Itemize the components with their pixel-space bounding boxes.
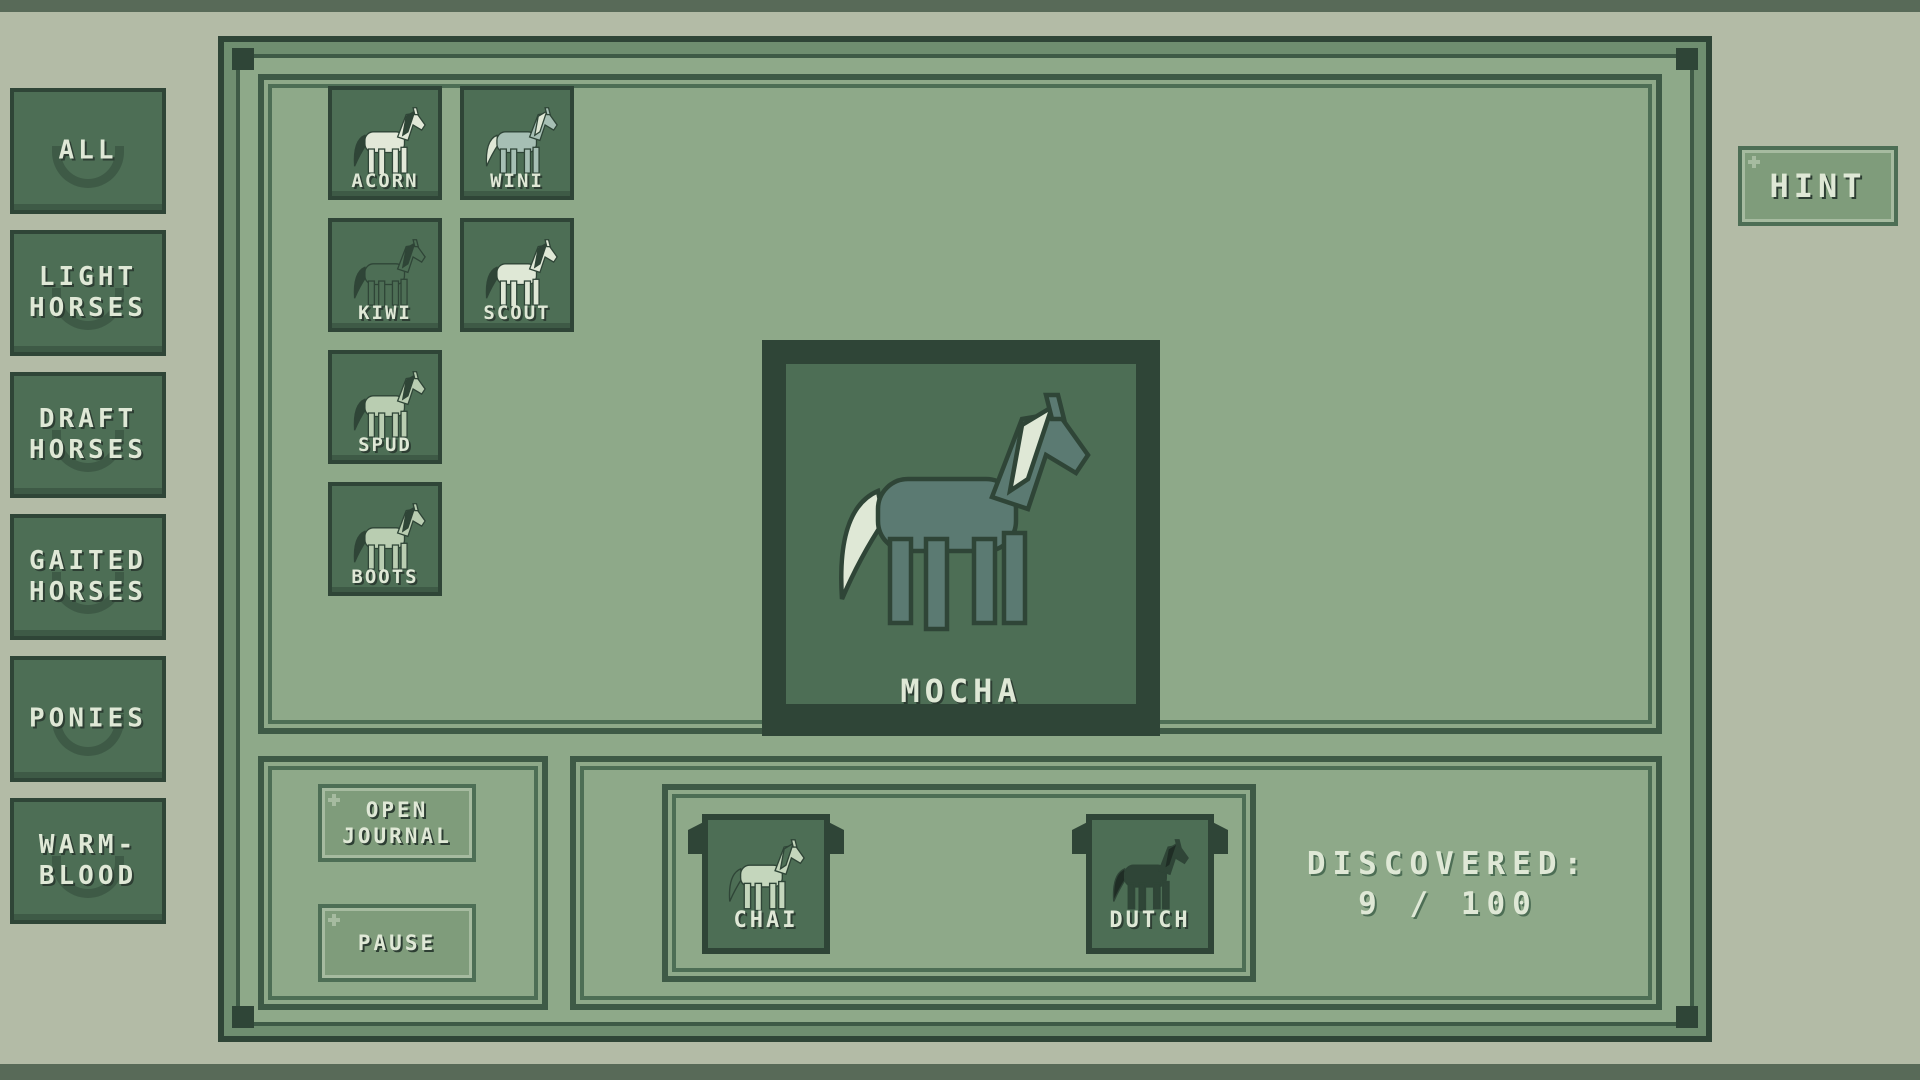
category-all-button[interactable]: ALL (10, 88, 166, 214)
category-light-horses-button[interactable]: LIGHT HORSES (10, 230, 166, 356)
horse-tile-wini[interactable]: WINI (460, 86, 574, 200)
horse-icon (728, 839, 805, 912)
plus-icon (328, 914, 340, 926)
frame-corner (1676, 1006, 1698, 1028)
horse-tile-spud[interactable]: SPUD (328, 350, 442, 464)
horse-icon (353, 503, 426, 572)
horse-tile-acorn[interactable]: ACORN (328, 86, 442, 200)
frame-corner (232, 1006, 254, 1028)
featured-horse-name: MOCHA (900, 672, 1022, 710)
discovered-label: DISCOVERED: (1306, 846, 1590, 882)
horse-shape (1162, 880, 1170, 910)
horse-icon (353, 371, 426, 440)
category-label: WARM- BLOOD (38, 830, 138, 891)
breeding-stall-left[interactable]: CHAI (688, 800, 844, 960)
hint-button[interactable]: HINT (1738, 146, 1898, 226)
horse-tile-name: SCOUT (483, 302, 551, 324)
breeding-stall-right[interactable]: DUTCH (1072, 800, 1228, 960)
horse-tile-name: WINI (490, 170, 544, 192)
category-label: GAITED HORSES (29, 546, 147, 607)
horse-icon (353, 107, 426, 176)
bottom-border (0, 1064, 1920, 1080)
horse-icon (1112, 839, 1189, 912)
stall-horse-name: DUTCH (1109, 908, 1191, 933)
frame-corner (1676, 48, 1698, 70)
discovered-count: 9 / 100 (1358, 886, 1538, 922)
horse-tile-boots[interactable]: BOOTS (328, 482, 442, 596)
horse-shape (754, 882, 763, 912)
horse-icon (839, 392, 1091, 632)
horse-shape (887, 536, 914, 626)
category-label: DRAFT HORSES (29, 404, 147, 465)
horse-icon (353, 239, 426, 308)
horse-shape (1001, 530, 1028, 626)
hint-label: HINT (1769, 167, 1867, 205)
featured-horse-card[interactable]: MOCHA (762, 340, 1160, 736)
top-border (0, 0, 1920, 12)
category-draft-horses-button[interactable]: DRAFT HORSES (10, 372, 166, 498)
horse-shape (923, 536, 950, 632)
plus-icon (1748, 156, 1760, 168)
horse-tile-scout[interactable]: SCOUT (460, 218, 574, 332)
horse-icon (485, 239, 558, 308)
category-label: LIGHT HORSES (29, 262, 147, 323)
category-warmblood-button[interactable]: WARM- BLOOD (10, 798, 166, 924)
open-journal-button[interactable]: OPEN JOURNAL (318, 784, 476, 862)
horse-shape (778, 880, 786, 910)
category-ponies-button[interactable]: PONIES (10, 656, 166, 782)
stall-horse-name: CHAI (733, 908, 799, 933)
discovered-counter: DISCOVERED: 9 / 100 (1252, 844, 1644, 924)
open-journal-label: OPEN JOURNAL (342, 798, 452, 848)
horse-icon (485, 107, 558, 176)
horse-tile-name: SPUD (358, 434, 412, 456)
horse-tile-kiwi[interactable]: KIWI (328, 218, 442, 332)
horse-tile-name: ACORN (351, 170, 419, 192)
frame-corner (232, 48, 254, 70)
pause-label: PAUSE (357, 931, 437, 955)
horse-shape (1127, 882, 1136, 910)
horse-tile-name: KIWI (358, 302, 412, 324)
horse-shape (743, 882, 752, 910)
horse-shape (971, 536, 998, 626)
category-label: PONIES (29, 703, 147, 734)
pause-button[interactable]: PAUSE (318, 904, 476, 982)
category-label: ALL (58, 135, 118, 166)
category-gaited-horses-button[interactable]: GAITED HORSES (10, 514, 166, 640)
horse-shape (1152, 882, 1161, 910)
horse-tile-name: BOOTS (351, 566, 419, 588)
horse-shape (1138, 882, 1147, 912)
horse-shape (768, 882, 777, 910)
